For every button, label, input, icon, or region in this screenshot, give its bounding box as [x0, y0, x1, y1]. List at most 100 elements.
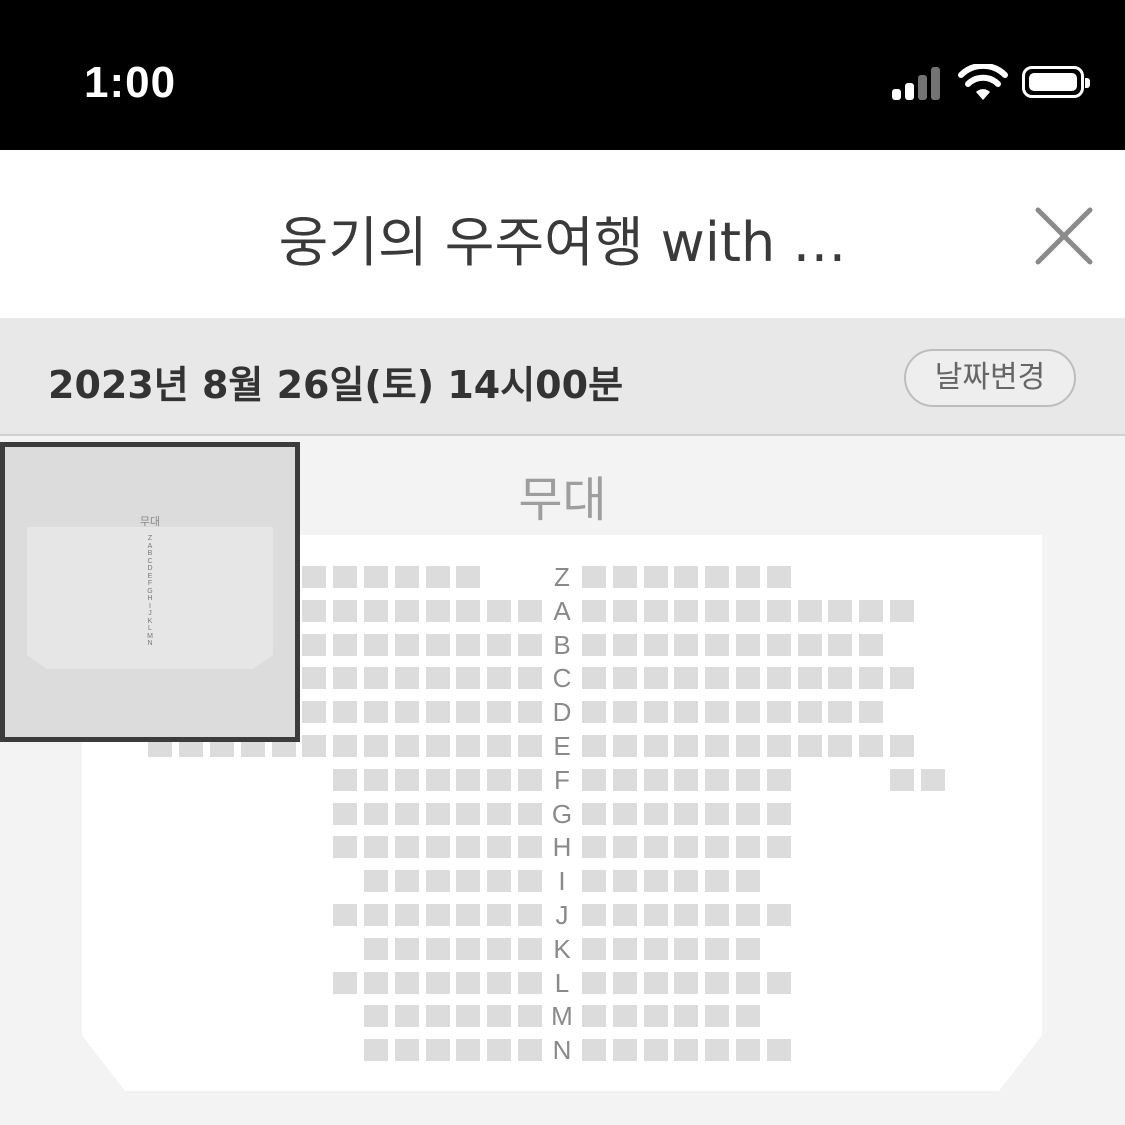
seat[interactable]: [364, 870, 388, 893]
seat[interactable]: [518, 870, 542, 893]
seat[interactable]: [674, 566, 699, 588]
seat[interactable]: [736, 870, 760, 893]
seat[interactable]: [612, 768, 637, 791]
seat[interactable]: [766, 667, 791, 690]
seat[interactable]: [518, 701, 542, 724]
seat[interactable]: [425, 735, 450, 757]
seat[interactable]: [612, 667, 637, 690]
seat[interactable]: [766, 1039, 791, 1062]
seat[interactable]: [518, 667, 542, 690]
seat[interactable]: [364, 937, 388, 960]
seat[interactable]: [456, 768, 481, 791]
seat[interactable]: [487, 1039, 512, 1062]
seat[interactable]: [518, 633, 542, 656]
seat[interactable]: [364, 667, 388, 690]
seat[interactable]: [612, 1005, 637, 1028]
seat[interactable]: [456, 566, 481, 588]
seat[interactable]: [674, 904, 699, 926]
seat[interactable]: [705, 971, 730, 994]
seat[interactable]: [394, 633, 419, 656]
seat[interactable]: [364, 971, 388, 994]
seat[interactable]: [518, 1039, 542, 1062]
seat[interactable]: [456, 667, 481, 690]
seat[interactable]: [518, 971, 542, 994]
seat[interactable]: [859, 701, 884, 724]
seat[interactable]: [394, 599, 419, 622]
seat[interactable]: [487, 870, 512, 893]
seat[interactable]: [736, 599, 760, 622]
seat[interactable]: [766, 566, 791, 588]
seat[interactable]: [487, 836, 512, 859]
seat[interactable]: [766, 904, 791, 926]
seat[interactable]: [456, 701, 481, 724]
seat[interactable]: [643, 937, 668, 960]
seat[interactable]: [643, 633, 668, 656]
seat[interactable]: [364, 701, 388, 724]
seat[interactable]: [425, 633, 450, 656]
seat[interactable]: [582, 1005, 606, 1028]
seat[interactable]: [456, 836, 481, 859]
seat[interactable]: [394, 768, 419, 791]
seat[interactable]: [674, 836, 699, 859]
seat[interactable]: [828, 633, 853, 656]
seat[interactable]: [425, 768, 450, 791]
seat[interactable]: [394, 937, 419, 960]
seat[interactable]: [643, 971, 668, 994]
seat[interactable]: [705, 633, 730, 656]
seat[interactable]: [643, 768, 668, 791]
seat[interactable]: [643, 735, 668, 757]
seat[interactable]: [766, 701, 791, 724]
seat[interactable]: [643, 904, 668, 926]
seat[interactable]: [518, 802, 542, 825]
seat[interactable]: [582, 1039, 606, 1062]
seat[interactable]: [456, 870, 481, 893]
seat[interactable]: [705, 836, 730, 859]
seat[interactable]: [425, 566, 450, 588]
seat[interactable]: [797, 735, 822, 757]
seat[interactable]: [705, 735, 730, 757]
seat[interactable]: [612, 836, 637, 859]
seat[interactable]: [612, 1039, 637, 1062]
seat[interactable]: [766, 971, 791, 994]
seat[interactable]: [705, 937, 730, 960]
seat[interactable]: [302, 735, 327, 757]
seat[interactable]: [612, 971, 637, 994]
seat[interactable]: [797, 599, 822, 622]
seat[interactable]: [302, 566, 327, 588]
seat[interactable]: [828, 701, 853, 724]
seat[interactable]: [582, 599, 606, 622]
seat[interactable]: [705, 667, 730, 690]
seat[interactable]: [705, 904, 730, 926]
seat[interactable]: [456, 1005, 481, 1028]
seat[interactable]: [487, 667, 512, 690]
seat[interactable]: [394, 971, 419, 994]
seat[interactable]: [736, 1039, 760, 1062]
seat[interactable]: [643, 566, 668, 588]
seat[interactable]: [364, 836, 388, 859]
seat[interactable]: [674, 633, 699, 656]
seat[interactable]: [797, 633, 822, 656]
seat[interactable]: [705, 802, 730, 825]
seat[interactable]: [487, 1005, 512, 1028]
minimap[interactable]: 무대 ZABCDEFGHIJKLMN: [0, 442, 300, 742]
seat[interactable]: [674, 937, 699, 960]
seat[interactable]: [425, 1039, 450, 1062]
seat[interactable]: [394, 667, 419, 690]
seat[interactable]: [705, 1005, 730, 1028]
seat[interactable]: [705, 768, 730, 791]
seat[interactable]: [736, 667, 760, 690]
seat[interactable]: [364, 768, 388, 791]
seat[interactable]: [518, 1005, 542, 1028]
seat[interactable]: [394, 735, 419, 757]
close-icon[interactable]: [1030, 202, 1098, 270]
seat[interactable]: [364, 802, 388, 825]
seat[interactable]: [612, 735, 637, 757]
seat[interactable]: [487, 904, 512, 926]
seat[interactable]: [518, 599, 542, 622]
seat[interactable]: [736, 768, 760, 791]
seat[interactable]: [612, 870, 637, 893]
seat[interactable]: [582, 870, 606, 893]
seat[interactable]: [302, 633, 327, 656]
seat[interactable]: [456, 937, 481, 960]
seat[interactable]: [456, 1039, 481, 1062]
